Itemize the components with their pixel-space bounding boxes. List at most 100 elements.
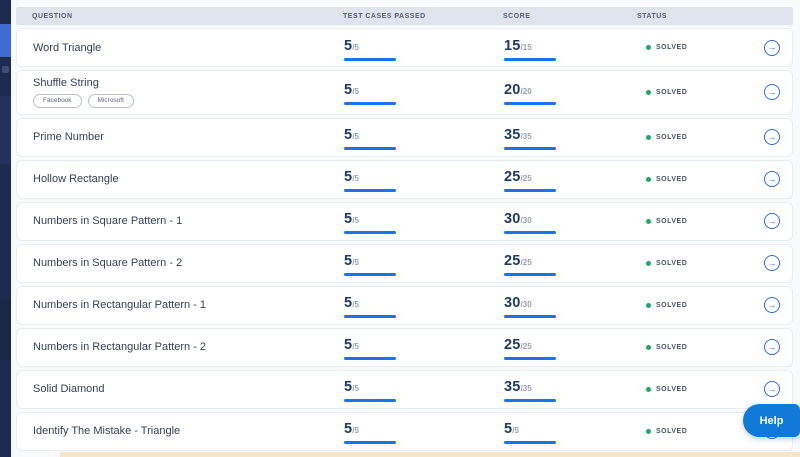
table-row[interactable]: Numbers in Rectangular Pattern - 2 5/5 2… bbox=[16, 327, 793, 367]
status-badge: SOLVED bbox=[656, 301, 688, 309]
test-cases-total-value: /5 bbox=[352, 342, 359, 352]
status-cell: SOLVED bbox=[638, 89, 756, 96]
question-title: Numbers in Square Pattern - 2 bbox=[33, 257, 183, 270]
test-cases-total-value: /5 bbox=[352, 426, 359, 436]
score-progress-bar bbox=[504, 189, 556, 193]
table-body: Word Triangle 5/5 15/15 SOLVED → Shuffle… bbox=[16, 28, 793, 451]
table-row[interactable]: Prime Number 5/5 35/35 SOLVED → bbox=[16, 117, 793, 157]
score-cell: 15/15 bbox=[504, 35, 638, 61]
question-cell: Hollow Rectangle bbox=[33, 167, 344, 191]
arrow-cell: → bbox=[756, 84, 792, 101]
score-total-value: /25 bbox=[520, 342, 532, 352]
question-cell: Identify The Mistake - Triangle bbox=[33, 419, 344, 443]
question-title: Word Triangle bbox=[33, 41, 102, 54]
test-cases-cell: 5/5 bbox=[344, 292, 504, 319]
score-value: 35 bbox=[504, 127, 521, 144]
table-row[interactable]: Solid Diamond 5/5 35/35 SOLVED → bbox=[16, 369, 793, 409]
score-cell: 20/20 bbox=[504, 79, 638, 106]
solved-dot-icon bbox=[646, 386, 651, 392]
score-cell: 35/35 bbox=[504, 376, 638, 403]
score-value: 25 bbox=[504, 253, 521, 270]
open-question-arrow-icon[interactable]: → bbox=[764, 255, 780, 272]
table-row[interactable]: Identify The Mistake - Triangle 5/5 5/5 … bbox=[16, 411, 793, 451]
question-cell: Word Triangle bbox=[33, 36, 344, 60]
score-total-value: /5 bbox=[512, 426, 519, 436]
table-row[interactable]: Hollow Rectangle 5/5 25/25 SOLVED → bbox=[16, 159, 793, 199]
table-row[interactable]: Numbers in Square Pattern - 2 5/5 25/25 … bbox=[16, 243, 793, 283]
open-question-arrow-icon[interactable]: → bbox=[764, 213, 780, 230]
table-row[interactable]: Numbers in Rectangular Pattern - 1 5/5 3… bbox=[16, 285, 793, 325]
score-value: 35 bbox=[504, 379, 521, 396]
table-row[interactable]: Shuffle String Facebook Microsoft 5/5 20/… bbox=[16, 70, 793, 115]
company-tag: Microsoft bbox=[87, 94, 134, 108]
test-cases-cell: 5/5 bbox=[344, 334, 504, 361]
score-total-value: /35 bbox=[520, 384, 532, 394]
test-cases-cell: 5/5 bbox=[344, 124, 504, 151]
test-cases-progress-bar bbox=[344, 399, 396, 403]
status-badge: SOLVED bbox=[656, 217, 688, 225]
open-question-arrow-icon[interactable]: → bbox=[764, 84, 780, 101]
test-cases-cell: 5/5 bbox=[344, 35, 504, 61]
table-row[interactable]: Numbers in Square Pattern - 1 5/5 30/30 … bbox=[16, 201, 793, 241]
question-title: Prime Number bbox=[33, 131, 104, 144]
status-badge: SOLVED bbox=[656, 343, 688, 351]
score-cell: 30/30 bbox=[504, 292, 638, 319]
solved-dot-icon bbox=[646, 45, 651, 50]
score-total-value: /30 bbox=[520, 216, 532, 226]
test-cases-total-value: /5 bbox=[352, 132, 359, 142]
open-question-arrow-icon[interactable]: → bbox=[764, 129, 780, 146]
question-title: Numbers in Rectangular Pattern - 1 bbox=[33, 299, 207, 312]
collapsed-sidebar[interactable] bbox=[0, 0, 11, 457]
status-badge: SOLVED bbox=[656, 175, 688, 183]
sidebar-active-item[interactable] bbox=[0, 24, 11, 57]
arrow-cell: → bbox=[756, 297, 792, 314]
sidebar-section-shade bbox=[0, 300, 11, 360]
open-question-arrow-icon[interactable]: → bbox=[764, 339, 780, 356]
open-question-arrow-icon[interactable]: → bbox=[764, 297, 780, 314]
arrow-cell: → bbox=[756, 339, 792, 356]
table-row[interactable]: Word Triangle 5/5 15/15 SOLVED → bbox=[16, 28, 793, 67]
test-cases-progress-bar bbox=[344, 189, 396, 193]
solved-dot-icon bbox=[646, 428, 651, 434]
question-cell: Prime Number bbox=[33, 125, 344, 149]
sidebar-menu-icon[interactable] bbox=[2, 66, 9, 73]
test-cases-cell: 5/5 bbox=[344, 79, 504, 106]
solved-dot-icon bbox=[646, 134, 651, 140]
test-cases-progress-bar bbox=[344, 273, 396, 277]
solved-dot-icon bbox=[646, 344, 651, 350]
score-progress-bar bbox=[504, 357, 556, 361]
column-header-question: QUESTION bbox=[32, 12, 73, 20]
score-cell: 25/25 bbox=[504, 166, 638, 193]
arrow-cell: → bbox=[756, 255, 792, 272]
score-progress-bar bbox=[504, 441, 556, 445]
score-value: 20 bbox=[504, 82, 521, 99]
solved-dot-icon bbox=[646, 260, 651, 266]
solved-dot-icon bbox=[646, 218, 651, 224]
score-cell: 25/25 bbox=[504, 250, 638, 277]
question-cell: Numbers in Rectangular Pattern - 1 bbox=[33, 293, 344, 317]
status-badge: SOLVED bbox=[656, 88, 688, 96]
score-progress-bar bbox=[504, 102, 556, 106]
score-progress-bar bbox=[504, 57, 556, 61]
test-cases-cell: 5/5 bbox=[344, 418, 504, 445]
sidebar-section-shade bbox=[0, 96, 11, 164]
score-value: 25 bbox=[504, 337, 521, 354]
arrow-cell: → bbox=[756, 171, 792, 188]
open-question-arrow-icon[interactable]: → bbox=[764, 39, 780, 56]
question-title: Hollow Rectangle bbox=[33, 173, 119, 186]
test-cases-total-value: /5 bbox=[352, 384, 359, 394]
question-title: Identify The Mistake - Triangle bbox=[33, 425, 181, 438]
question-cell: Solid Diamond bbox=[33, 377, 344, 401]
solved-dot-icon bbox=[646, 176, 651, 182]
score-progress-bar bbox=[504, 231, 556, 235]
question-title: Numbers in Rectangular Pattern - 2 bbox=[33, 341, 207, 354]
help-button[interactable]: Help bbox=[743, 404, 800, 437]
open-question-arrow-icon[interactable]: → bbox=[764, 171, 780, 188]
solved-dot-icon bbox=[646, 302, 651, 308]
test-cases-progress-bar bbox=[344, 57, 396, 61]
score-progress-bar bbox=[504, 273, 556, 277]
open-question-arrow-icon[interactable]: → bbox=[764, 381, 780, 398]
column-header-test-cases: TEST CASES PASSED bbox=[343, 12, 426, 20]
status-cell: SOLVED bbox=[638, 260, 756, 267]
question-title: Solid Diamond bbox=[33, 383, 105, 396]
